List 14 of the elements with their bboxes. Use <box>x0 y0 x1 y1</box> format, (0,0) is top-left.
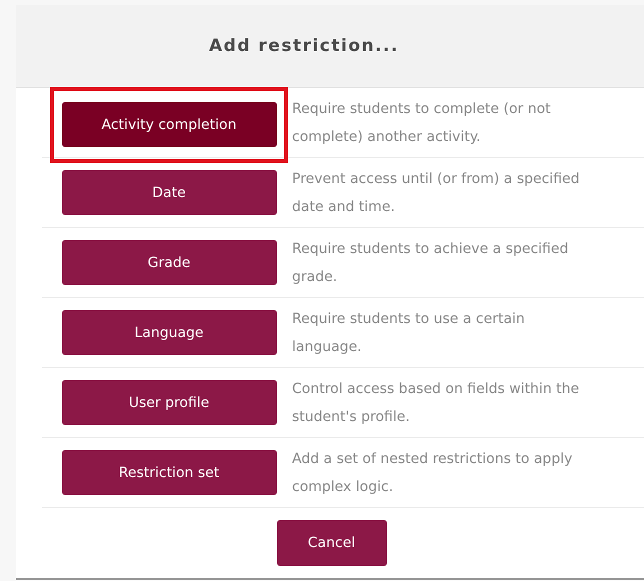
option-description: Require students to achieve a specified grade. <box>292 240 570 286</box>
option-button[interactable]: Language <box>62 310 276 355</box>
option-button[interactable]: Restriction set <box>62 450 276 495</box>
option-button[interactable]: User profile <box>62 380 276 425</box>
option-description: Require students to use a certain language. <box>292 310 526 356</box>
option-description: Add a set of nested restrictions to apply complex logic. <box>292 450 574 496</box>
option-button[interactable]: Activity completion <box>62 102 276 147</box>
option-button[interactable]: Grade <box>62 240 276 285</box>
option-description: Require students to complete (or not complete) another activity. <box>292 100 552 146</box>
cancel-button[interactable]: Cancel <box>276 520 386 566</box>
option-description: Control access based on fields within the student's profile. <box>292 380 580 426</box>
dialog-title: Add restriction... <box>209 36 399 56</box>
option-description: Prevent access until (or from) a specified date and time. <box>292 170 581 216</box>
option-button[interactable]: Date <box>62 170 276 215</box>
